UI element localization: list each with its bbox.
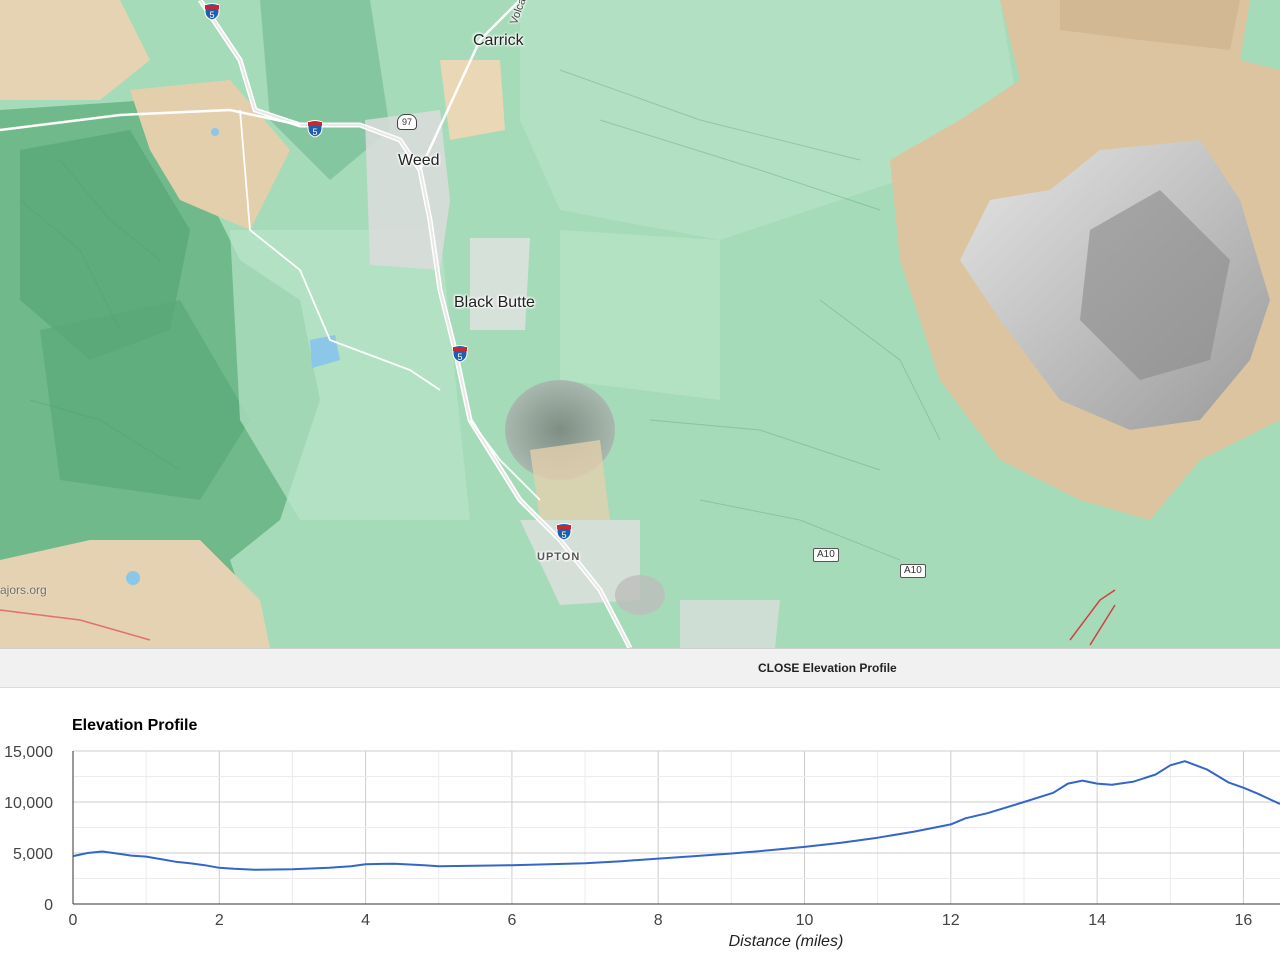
x-tick-label: 8 bbox=[654, 912, 663, 929]
elevation-chart-panel: Elevation Profile 0 2 4 6 8 10 12 14 16 0 5,000 10,… bbox=[0, 688, 1280, 960]
interstate-number: 5 bbox=[312, 127, 317, 137]
interstate-number: 5 bbox=[561, 530, 566, 540]
y-tick-label: 0 bbox=[44, 897, 53, 914]
y-tick-label: 5,000 bbox=[13, 846, 53, 863]
map-attribution: ajors.org bbox=[0, 583, 47, 597]
interstate-shield-icon: 5 bbox=[556, 523, 572, 541]
interstate-number: 5 bbox=[457, 352, 462, 362]
x-tick-label: 16 bbox=[1235, 912, 1253, 929]
x-tick-label: 10 bbox=[796, 912, 814, 929]
interstate-shield-icon: 5 bbox=[452, 345, 468, 363]
x-tick-label: 0 bbox=[69, 912, 78, 929]
route-a10-label: A10 bbox=[900, 564, 926, 578]
x-tick-label: 6 bbox=[507, 912, 516, 929]
elevation-series-line bbox=[72, 760, 1280, 871]
elevation-profile-bar: CLOSE Elevation Profile bbox=[0, 648, 1280, 688]
close-elevation-profile-button[interactable]: CLOSE Elevation Profile bbox=[758, 661, 897, 675]
interstate-shield-icon: 5 bbox=[204, 3, 220, 21]
place-carrick: Carrick bbox=[473, 32, 524, 49]
x-tick-label: 12 bbox=[942, 912, 960, 929]
y-tick-label: 10,000 bbox=[4, 795, 53, 812]
elevation-chart[interactable]: 0 2 4 6 8 10 12 14 16 0 5,000 10,000 15,000 Distance … bbox=[0, 688, 1280, 960]
us-route-shield-icon: 97 bbox=[397, 114, 418, 130]
interstate-number: 5 bbox=[209, 10, 214, 20]
place-black-butte: Black Butte bbox=[454, 294, 535, 311]
interstate-shield-icon: 5 bbox=[307, 120, 323, 138]
y-tick-label: 15,000 bbox=[4, 744, 53, 761]
x-tick-label: 2 bbox=[215, 912, 224, 929]
x-tick-label: 4 bbox=[361, 912, 370, 929]
place-upton: UPTON bbox=[537, 551, 581, 563]
x-tick-label: 14 bbox=[1088, 912, 1106, 929]
place-weed: Weed bbox=[398, 152, 440, 169]
terrain-layer bbox=[0, 0, 1280, 648]
route-a10-label: A10 bbox=[813, 548, 839, 562]
terrain-map[interactable]: Carrick Weed Black Butte UPTON Volca 5 5… bbox=[0, 0, 1280, 648]
x-axis-label: Distance (miles) bbox=[729, 933, 844, 950]
